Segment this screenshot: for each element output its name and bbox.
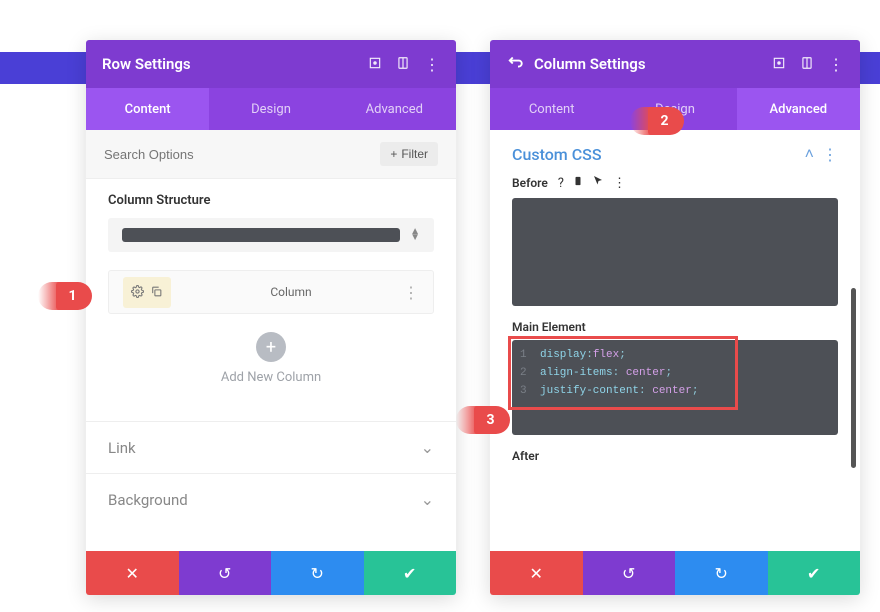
row-settings-panel: Row Settings ⋮ Content Design Advanced +…	[86, 40, 456, 595]
highlight-box	[508, 336, 738, 410]
phone-icon[interactable]	[573, 174, 583, 192]
cancel-button[interactable]: ✕	[490, 551, 583, 595]
help-icon[interactable]: ?	[558, 176, 564, 191]
column-bar-icon	[122, 228, 400, 242]
updown-icon: ▲▼	[410, 229, 420, 241]
panel-header: Column Settings ⋮	[490, 40, 860, 88]
back-icon[interactable]	[506, 53, 524, 75]
menu-icon[interactable]: ⋮	[828, 55, 844, 74]
tab-content[interactable]: Content	[86, 88, 209, 130]
main-element-label: Main Element	[512, 320, 586, 334]
tab-advanced[interactable]: Advanced	[737, 88, 860, 130]
cancel-button[interactable]: ✕	[86, 551, 179, 595]
panel-footer: ✕ ↺ ↻ ✔	[86, 551, 456, 595]
chevron-down-icon: ⌄	[421, 438, 434, 457]
undo-button[interactable]: ↺	[583, 551, 676, 595]
filter-button[interactable]: +Filter	[380, 142, 438, 166]
menu-icon[interactable]: ⋮	[822, 145, 838, 164]
gear-icon[interactable]	[131, 283, 144, 302]
accordion-link[interactable]: Link ⌄	[86, 421, 456, 473]
expand-icon[interactable]	[368, 55, 382, 74]
responsive-icon[interactable]	[800, 55, 814, 74]
tabs: Content Design Advanced	[86, 88, 456, 130]
annotation-badge-2: 2	[648, 107, 684, 135]
column-structure-label: Column Structure	[108, 193, 434, 208]
panel-title: Column Settings	[534, 55, 772, 73]
duplicate-icon[interactable]	[150, 283, 163, 302]
redo-button[interactable]: ↻	[271, 551, 364, 595]
scrollbar[interactable]	[851, 288, 856, 468]
add-column-button[interactable]: +	[256, 332, 286, 362]
tab-design[interactable]: Design	[209, 88, 332, 130]
custom-css-title: Custom CSS	[512, 145, 602, 164]
undo-button[interactable]: ↺	[179, 551, 272, 595]
panel-header: Row Settings ⋮	[86, 40, 456, 88]
hover-icon[interactable]	[592, 174, 604, 192]
tab-advanced[interactable]: Advanced	[333, 88, 456, 130]
main-element-css-input[interactable]: 1display:flex; 2align-items: center; 3ju…	[512, 340, 838, 435]
search-input[interactable]	[104, 147, 380, 162]
column-structure-selector[interactable]: ▲▼	[108, 218, 434, 252]
after-label: After	[512, 449, 539, 463]
chevron-down-icon: ⌄	[421, 490, 434, 509]
search-row: +Filter	[86, 130, 456, 179]
menu-icon[interactable]: ⋮	[613, 176, 626, 191]
add-column-label: Add New Column	[108, 370, 434, 385]
redo-button[interactable]: ↻	[675, 551, 768, 595]
chevron-up-icon[interactable]: ˄	[805, 144, 814, 164]
annotation-badge-1: 1	[56, 282, 92, 310]
save-button[interactable]: ✔	[768, 551, 861, 595]
panel-footer: ✕ ↺ ↻ ✔	[490, 551, 860, 595]
column-label: Column	[179, 285, 403, 299]
panel-title: Row Settings	[102, 55, 368, 73]
responsive-icon[interactable]	[396, 55, 410, 74]
column-row[interactable]: Column ⋮	[108, 270, 434, 314]
before-label: Before	[512, 176, 548, 190]
column-menu-icon[interactable]: ⋮	[403, 283, 419, 302]
save-button[interactable]: ✔	[364, 551, 457, 595]
accordion-background[interactable]: Background ⌄	[86, 473, 456, 525]
annotation-badge-3: 3	[474, 406, 510, 434]
tab-content[interactable]: Content	[490, 88, 613, 130]
expand-icon[interactable]	[772, 55, 786, 74]
menu-icon[interactable]: ⋮	[424, 55, 440, 74]
before-css-input[interactable]	[512, 198, 838, 306]
